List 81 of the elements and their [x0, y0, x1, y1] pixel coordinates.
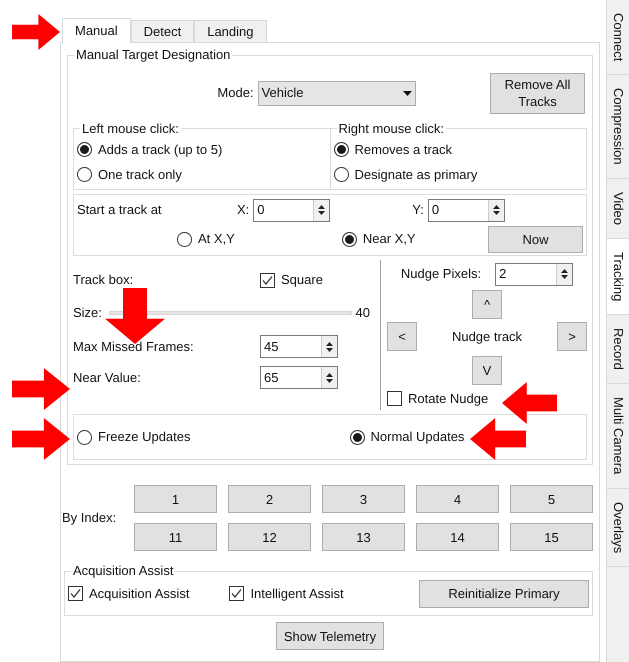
- checkbox-label: Acquisition Assist: [89, 584, 190, 603]
- size-label: Size:: [73, 304, 103, 322]
- push-button[interactable]: 5: [510, 485, 593, 513]
- size-reading: 40: [356, 304, 370, 322]
- annotation-arrow: [470, 418, 526, 460]
- push-button[interactable]: 2: [228, 485, 311, 513]
- y-label: Y:: [412, 201, 424, 220]
- radio-button[interactable]: [77, 142, 92, 157]
- radio-label: Adds a track (up to 5): [98, 140, 222, 159]
- annotation-arrow: [12, 14, 60, 50]
- checkbox[interactable]: [229, 586, 244, 601]
- x-label: X:: [237, 201, 250, 220]
- track-box-label: Track box:: [73, 271, 134, 290]
- radio-button[interactable]: [77, 167, 92, 182]
- annotation-arrow: [502, 382, 557, 424]
- spin-up-icon[interactable]: [318, 205, 326, 209]
- radio-button[interactable]: [342, 232, 357, 246]
- mode-dropdown[interactable]: Vehicle: [258, 80, 416, 106]
- spin-up-icon[interactable]: [326, 342, 333, 346]
- spin-up-icon[interactable]: [492, 205, 500, 209]
- push-button[interactable]: V: [472, 356, 502, 385]
- annotation-arrow: [12, 368, 70, 410]
- push-button[interactable]: 1: [134, 485, 217, 513]
- spin-box[interactable]: 45: [260, 335, 338, 358]
- push-button[interactable]: 4: [416, 485, 499, 513]
- radio-label: Normal Updates: [370, 428, 464, 446]
- tab[interactable]: Detect: [130, 20, 194, 42]
- checkbox-label: Square: [281, 271, 323, 290]
- checkbox[interactable]: [260, 272, 275, 288]
- annotation-arrow: [12, 418, 70, 460]
- push-button[interactable]: Remove All Tracks: [490, 72, 585, 114]
- spin-up-icon[interactable]: [561, 269, 568, 273]
- push-button[interactable]: <: [387, 322, 417, 351]
- radio-label: Freeze Updates: [98, 428, 190, 446]
- max-missed-label: Max Missed Frames:: [73, 338, 195, 356]
- checkbox-label: Rotate Nudge: [408, 390, 488, 408]
- side-tab[interactable]: Tracking: [607, 239, 629, 316]
- spin-down-icon[interactable]: [561, 275, 568, 279]
- radio-label: Removes a track: [354, 140, 452, 159]
- nudge-pixels-label: Nudge Pixels:: [400, 265, 482, 284]
- checkbox[interactable]: [387, 391, 402, 406]
- dropdown-caret-icon: [402, 90, 412, 96]
- by-index-label: By Index:: [62, 509, 118, 528]
- tab[interactable]: Manual: [62, 18, 131, 43]
- push-button[interactable]: 15: [510, 523, 593, 551]
- push-button[interactable]: >: [557, 322, 587, 351]
- start-track-label: Start a track at: [77, 201, 163, 220]
- near-value-label: Near Value:: [73, 368, 142, 387]
- radio-label: Designate as primary: [354, 166, 478, 184]
- spin-box[interactable]: 2: [495, 262, 574, 286]
- radio-button[interactable]: [334, 167, 348, 182]
- push-button[interactable]: 13: [322, 523, 405, 551]
- radio-button[interactable]: [77, 430, 92, 444]
- push-button[interactable]: Show Telemetry: [276, 622, 384, 650]
- checkbox-label: Intelligent Assist: [250, 584, 344, 603]
- checkbox[interactable]: [68, 586, 83, 601]
- side-tab[interactable]: Overlays: [607, 488, 629, 567]
- radio-button[interactable]: [334, 142, 348, 157]
- push-button[interactable]: Reinitialize Primary: [419, 580, 589, 608]
- spin-down-icon[interactable]: [318, 211, 326, 215]
- push-button[interactable]: 11: [134, 523, 217, 551]
- spin-up-icon[interactable]: [326, 372, 333, 376]
- spin-box[interactable]: 0: [253, 198, 330, 222]
- radio-button[interactable]: [177, 232, 192, 246]
- nudge-track-label: Nudge track: [452, 328, 522, 346]
- push-button[interactable]: 12: [228, 523, 311, 551]
- radio-label: One track only: [98, 166, 182, 184]
- spin-down-icon[interactable]: [492, 211, 500, 215]
- push-button[interactable]: ^: [472, 290, 502, 319]
- tab[interactable]: Landing: [194, 20, 266, 42]
- spin-box[interactable]: 0: [428, 198, 505, 222]
- push-button[interactable]: Now: [488, 226, 583, 252]
- push-button[interactable]: 3: [322, 485, 405, 513]
- radio-button[interactable]: [350, 430, 364, 444]
- spin-down-icon[interactable]: [326, 378, 333, 382]
- spin-box[interactable]: 65: [260, 366, 338, 389]
- push-button[interactable]: 14: [416, 523, 499, 551]
- mode-label: Mode:: [217, 84, 254, 102]
- radio-label: Near X,Y: [362, 230, 416, 248]
- spin-down-icon[interactable]: [326, 348, 333, 352]
- radio-label: At X,Y: [198, 230, 235, 248]
